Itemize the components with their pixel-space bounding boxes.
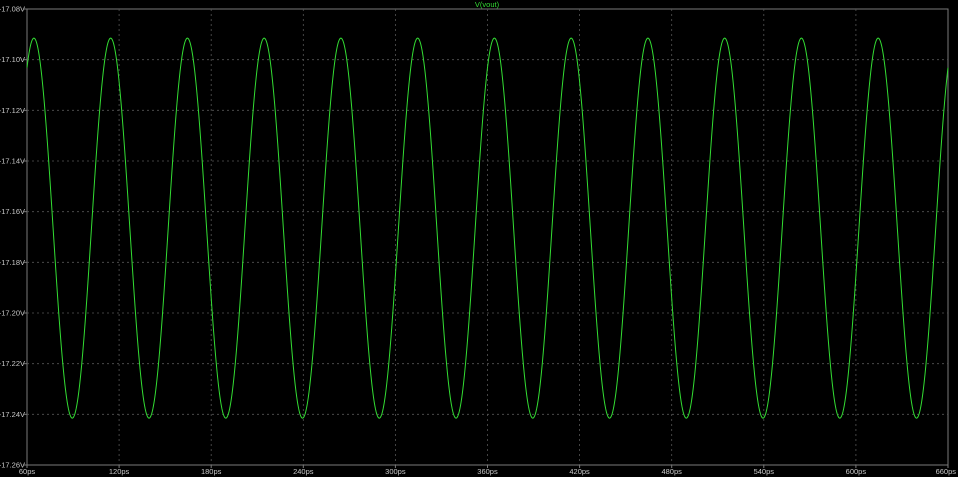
x-tick-label: 240ps: [293, 467, 314, 476]
y-tick-label: -17.18V: [0, 258, 25, 267]
x-tick-label: 540ps: [754, 467, 775, 476]
x-tick-label: 480ps: [661, 467, 682, 476]
x-tick-label: 360ps: [477, 467, 498, 476]
y-tick-label: -17.12V: [0, 106, 25, 115]
x-tick-label: 300ps: [385, 467, 406, 476]
y-tick-label: -17.16V: [0, 207, 25, 216]
waveform-plot[interactable]: -17.08V -17.10V -17.12V -17.14V -17.16V -17.1…: [0, 0, 958, 477]
x-tick-label: 660ps: [936, 467, 957, 476]
x-tick-label: 60ps: [19, 467, 36, 476]
trace-label[interactable]: V(vout): [475, 0, 500, 9]
y-tick-label: -17.22V: [0, 359, 25, 368]
y-tick-label: -17.20V: [0, 309, 25, 318]
x-tick-label: 600ps: [846, 467, 867, 476]
x-axis-ticks: 60ps 120ps 180ps 240ps 300ps 360ps 420ps 480ps 5…: [19, 465, 956, 476]
y-axis-ticks: -17.08V -17.10V -17.12V -17.14V -17.16V -17.1…: [0, 5, 27, 470]
y-tick-label: -17.14V: [0, 157, 25, 166]
waveform-viewer: -17.08V -17.10V -17.12V -17.14V -17.16V -17.1…: [0, 0, 958, 477]
y-tick-label: -17.10V: [0, 55, 25, 64]
x-tick-label: 180ps: [201, 467, 222, 476]
y-tick-label: -17.08V: [0, 5, 25, 14]
x-tick-label: 120ps: [109, 467, 130, 476]
y-tick-label: -17.24V: [0, 410, 25, 419]
x-tick-label: 420ps: [569, 467, 590, 476]
